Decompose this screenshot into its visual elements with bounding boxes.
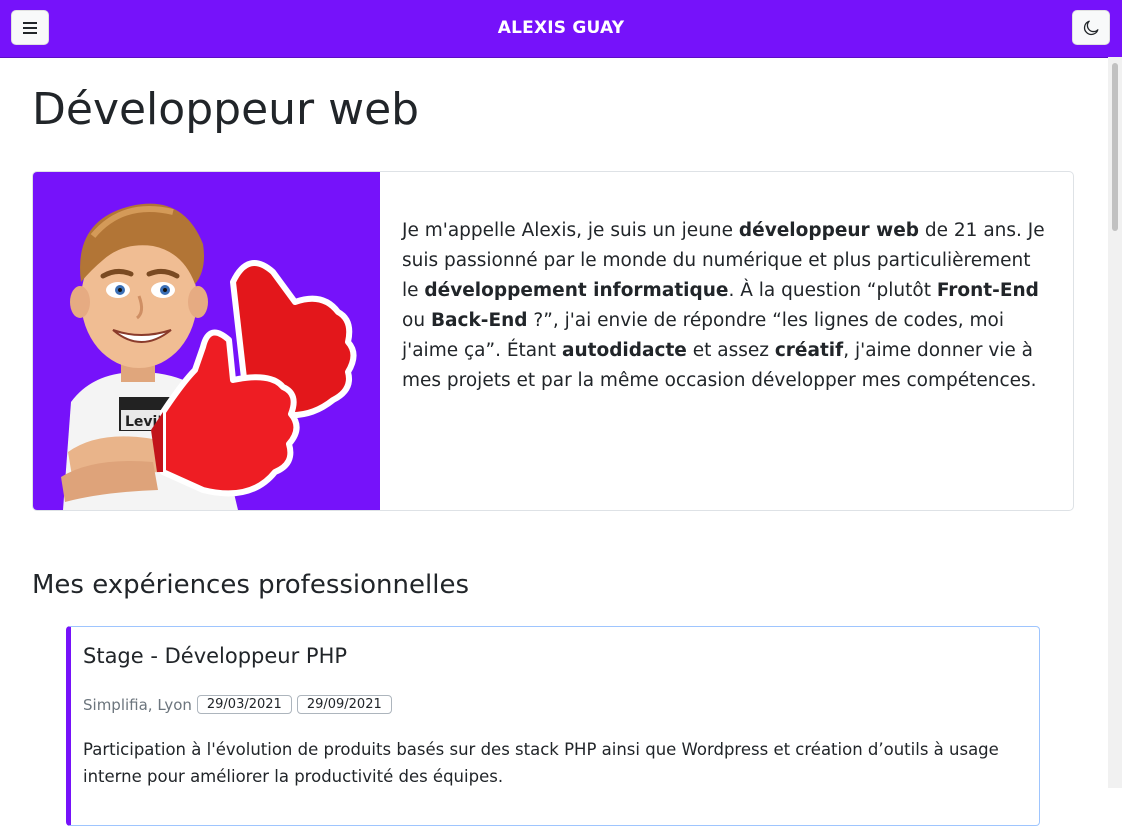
intro-emphasis: autodidacte — [561, 340, 687, 361]
experience-description: Participation à l'évolution de produits … — [83, 740, 999, 786]
intro-emphasis: Front-End — [936, 280, 1039, 301]
scrollbar-thumb[interactable] — [1112, 63, 1118, 231]
avatar-panel: Levi's — [33, 172, 380, 510]
page-title: Développeur web — [32, 84, 420, 135]
start-date-badge: 29/03/2021 — [196, 695, 292, 714]
end-date-badge: 29/09/2021 — [296, 695, 392, 714]
intro-emphasis: créatif — [774, 340, 844, 361]
intro-paragraph: Je m'appelle Alexis, je suis un jeune dé… — [402, 216, 1052, 396]
intro-text-run: . À la question “plutôt — [728, 280, 937, 301]
experience-company: Simplifia, Lyon — [83, 695, 192, 714]
experience-card: Stage - Développeur PHP Simplifia, Lyon … — [66, 626, 1040, 826]
memoji-thumbs-up-avatar: Levi's — [61, 203, 357, 510]
intro-text-run: Je m'appelle Alexis, je suis un jeune — [402, 220, 739, 241]
page-scrollbar[interactable] — [1108, 57, 1122, 788]
intro-emphasis: Back-End — [430, 310, 528, 331]
intro-emphasis: développeur web — [738, 220, 920, 241]
experience-title: Stage - Développeur PHP — [83, 644, 348, 668]
site-brand[interactable]: ALEXIS GUAY — [0, 18, 1122, 38]
moon-icon — [1083, 20, 1099, 35]
experience-meta: Simplifia, Lyon 29/03/2021 29/09/2021 — [83, 695, 392, 714]
theme-toggle-button[interactable] — [1072, 10, 1110, 45]
intro-text-run: ou — [402, 310, 431, 331]
intro-text-run: et assez — [686, 340, 775, 361]
intro-card: Levi's Je m'appelle Alexis, je suis un j… — [32, 171, 1074, 511]
experiences-section-title: Mes expériences professionnelles — [32, 570, 469, 600]
top-navbar: ALEXIS GUAY — [0, 0, 1122, 58]
intro-emphasis: développement informatique — [424, 280, 729, 301]
